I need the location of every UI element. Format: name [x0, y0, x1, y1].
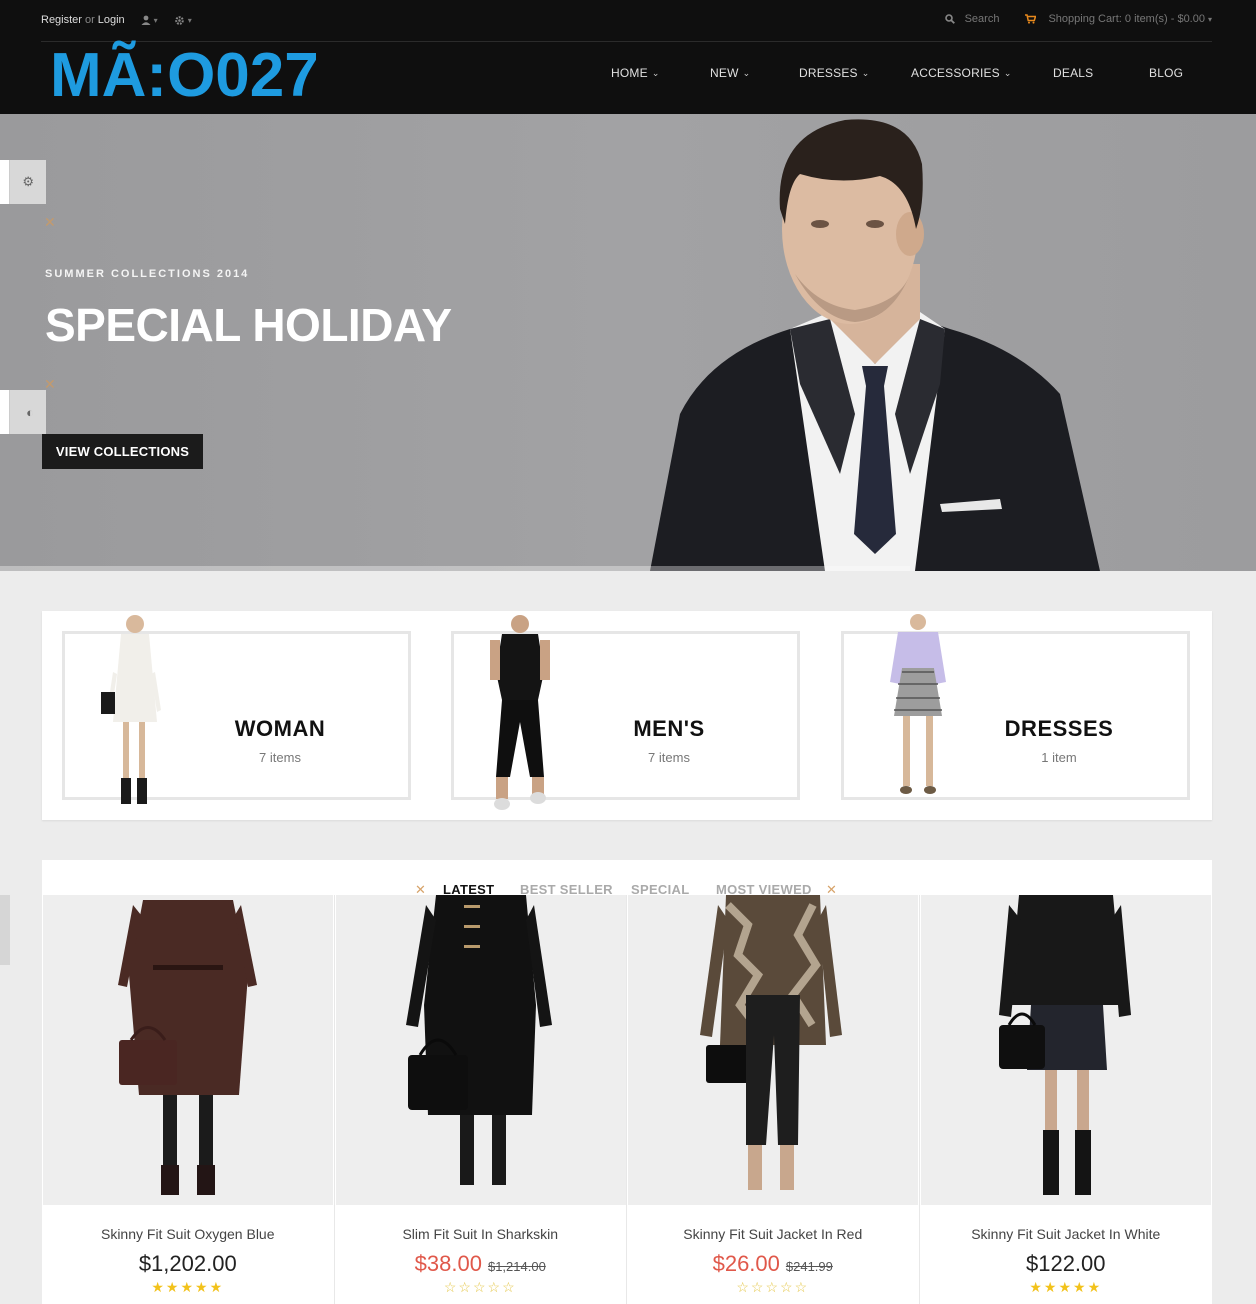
category-count: 1 item [1041, 750, 1077, 765]
settings-menu[interactable]: ▾ [174, 15, 192, 26]
category-count: 7 items [648, 750, 690, 765]
product-photo [998, 895, 1131, 1195]
price-current: $122.00 [1025, 1251, 1106, 1276]
nav-deals[interactable]: DEALS [1053, 66, 1093, 80]
product-card[interactable]: Skinny Fit Suit Jacket In White $122.00 … [919, 895, 1213, 1304]
search-icon [944, 14, 955, 24]
nav-label: HOME [611, 66, 648, 80]
price-current: $26.00 [712, 1251, 780, 1276]
gear-icon [174, 15, 184, 25]
search-label: Search [964, 13, 1000, 25]
product-price: $1,202.00 [42, 1251, 334, 1277]
site-header: Register or Login ▾ ▾ Search Shopping Ca… [0, 0, 1256, 114]
panel-edge [0, 390, 10, 434]
topbar-right: Search Shopping Cart: 0 item(s) - $0.00 … [944, 13, 1212, 25]
chevron-down-icon: ⌄ [861, 67, 870, 78]
product-name[interactable]: Skinny Fit Suit Oxygen Blue [42, 1226, 334, 1242]
nav-label: DRESSES [799, 66, 858, 80]
chevron-down-icon: ▾ [187, 15, 192, 25]
nav-label: DEALS [1053, 66, 1094, 80]
product-price: $26.00 $241.99 [627, 1251, 919, 1277]
product-price: $122.00 [920, 1251, 1213, 1277]
price-current: $38.00 [414, 1251, 482, 1276]
category-count: 7 items [259, 750, 301, 765]
nav-accessories[interactable]: ACCESSORIES ⌄ [911, 66, 1012, 80]
product-photo [405, 895, 552, 1185]
category-name: DRESSES [1004, 716, 1114, 741]
or-text: or [84, 14, 95, 26]
category-name: WOMAN [234, 716, 326, 741]
hero-slider: ✕ SUMMER COLLECTIONS 2014 SPECIAL HOLIDA… [0, 114, 1256, 571]
chevron-down-icon: ▾ [1207, 14, 1212, 24]
search-trigger[interactable]: Search [944, 13, 1000, 25]
product-photo [118, 900, 257, 1195]
price-old: $1,214.00 [487, 1259, 546, 1274]
settings-panel-toggle[interactable]: ⚙ [0, 160, 46, 204]
category-image-dresses [890, 614, 946, 794]
slider-progress [0, 566, 910, 571]
category-banner: WOMAN 7 items MEN'S 7 items DRESSES 1 it… [42, 611, 1212, 820]
user-menu[interactable]: ▾ [141, 15, 158, 25]
product-card[interactable]: Skinny Fit Suit Jacket In Red $26.00 $241… [627, 895, 920, 1304]
category-name: MEN'S [633, 716, 705, 741]
hero-model-image [650, 119, 1100, 571]
nav-blog[interactable]: BLOG [1149, 66, 1183, 80]
product-photo [700, 895, 842, 1190]
nav-label: BLOG [1149, 66, 1184, 80]
main-nav: HOME ⌄ NEW ⌄ DRESSES ⌄ ACCESSORIES ⌄ DEALS B… [0, 66, 1256, 86]
cart-icon [1025, 14, 1037, 24]
hero-title: SPECIAL HOLIDAY [45, 299, 452, 351]
theme-contrast-toggle[interactable]: ◐ [0, 390, 46, 434]
product-image[interactable] [920, 895, 1211, 1205]
product-card[interactable]: Slim Fit Suit In Sharkskin $38.00 $1,214.… [334, 895, 627, 1304]
category-dresses[interactable]: DRESSES 1 item [841, 614, 1190, 800]
register-link[interactable]: Register [41, 14, 82, 26]
product-name[interactable]: Slim Fit Suit In Sharkskin [335, 1226, 627, 1242]
chevron-down-icon: ▾ [153, 15, 158, 25]
chevron-down-icon: ⌄ [1003, 67, 1012, 78]
hero-subtitle: SUMMER COLLECTIONS 2014 [45, 268, 250, 280]
price-old: $241.99 [785, 1259, 833, 1274]
close-icon: ✕ [44, 214, 56, 230]
category-woman[interactable]: WOMAN 7 items [62, 615, 411, 804]
nav-label: NEW [710, 66, 739, 80]
price-current: $1,202.00 [138, 1251, 237, 1276]
product-grid: Skinny Fit Suit Oxygen Blue $1,202.00 ★★… [42, 895, 1212, 1304]
rating-stars: ★★★★★ [151, 1279, 225, 1295]
chevron-down-icon: ⌄ [742, 67, 751, 78]
product-image[interactable] [335, 895, 626, 1205]
side-panel-handle[interactable] [0, 895, 10, 965]
gear-icon: ⚙ [22, 174, 34, 189]
login-link[interactable]: Login [98, 14, 125, 26]
account-links: Register or Login ▾ ▾ [41, 14, 192, 26]
product-name[interactable]: Skinny Fit Suit Jacket In White [920, 1226, 1213, 1242]
category-mens[interactable]: MEN'S 7 items [451, 615, 800, 810]
rating-stars: ★★★★★ [1029, 1279, 1103, 1295]
product-name[interactable]: Skinny Fit Suit Jacket In Red [627, 1226, 919, 1242]
panel-edge [0, 160, 10, 204]
rating-stars: ☆☆☆☆☆ [736, 1279, 810, 1295]
nav-label: ACCESSORIES [911, 66, 1000, 80]
top-bar: Register or Login ▾ ▾ Search Shopping Ca… [41, 0, 1212, 42]
product-tabs-section: ✕ LATEST BEST SELLER SPECIAL MOST VIEWED… [42, 860, 1212, 1304]
contrast-icon: ◐ [26, 404, 34, 420]
product-price: $38.00 $1,214.00 [335, 1251, 627, 1277]
category-image-mens [490, 615, 550, 810]
product-card[interactable]: Skinny Fit Suit Oxygen Blue $1,202.00 ★★… [42, 895, 335, 1304]
product-image[interactable] [628, 895, 918, 1205]
product-image[interactable] [43, 895, 333, 1205]
nav-home[interactable]: HOME ⌄ [611, 66, 660, 80]
cart-dropdown[interactable]: Shopping Cart: 0 item(s) - $0.00 ▾ [1025, 13, 1212, 25]
user-icon [141, 15, 151, 25]
view-collections-button[interactable]: VIEW COLLECTIONS [42, 434, 203, 469]
chevron-down-icon: ⌄ [651, 67, 660, 78]
nav-new[interactable]: NEW ⌄ [710, 66, 750, 80]
category-image-woman [101, 615, 161, 804]
rating-stars: ☆☆☆☆☆ [443, 1279, 517, 1295]
cart-summary: Shopping Cart: 0 item(s) - $0.00 [1048, 13, 1205, 25]
nav-dresses[interactable]: DRESSES ⌄ [799, 66, 870, 80]
